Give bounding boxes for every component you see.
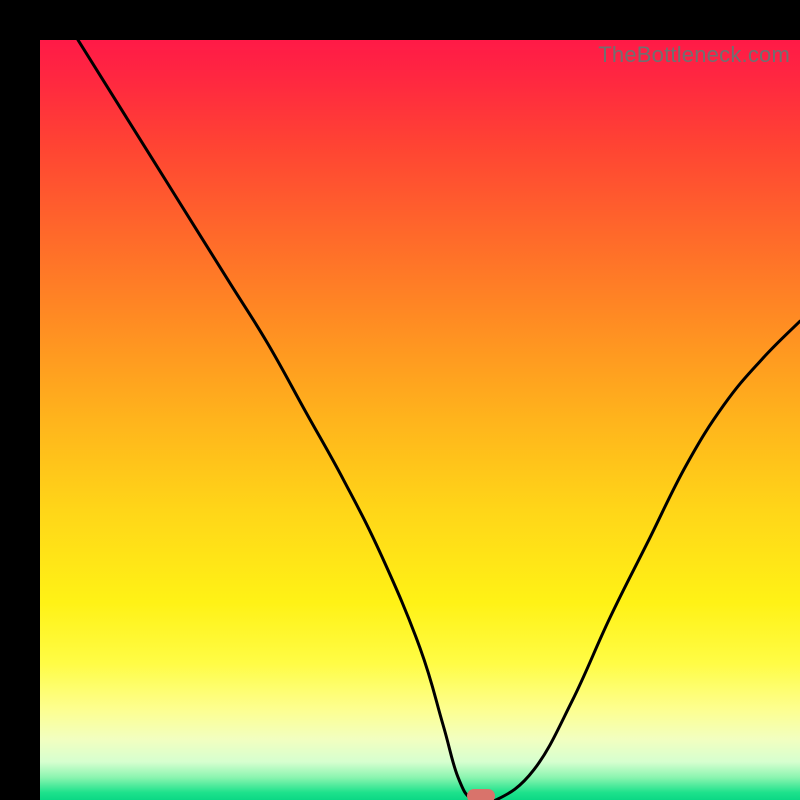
chart-frame: TheBottleneck.com — [20, 20, 780, 780]
bottleneck-curve — [40, 40, 800, 800]
watermark-label: TheBottleneck.com — [598, 42, 790, 68]
minimum-marker — [467, 789, 495, 800]
plot-area: TheBottleneck.com — [40, 40, 800, 800]
